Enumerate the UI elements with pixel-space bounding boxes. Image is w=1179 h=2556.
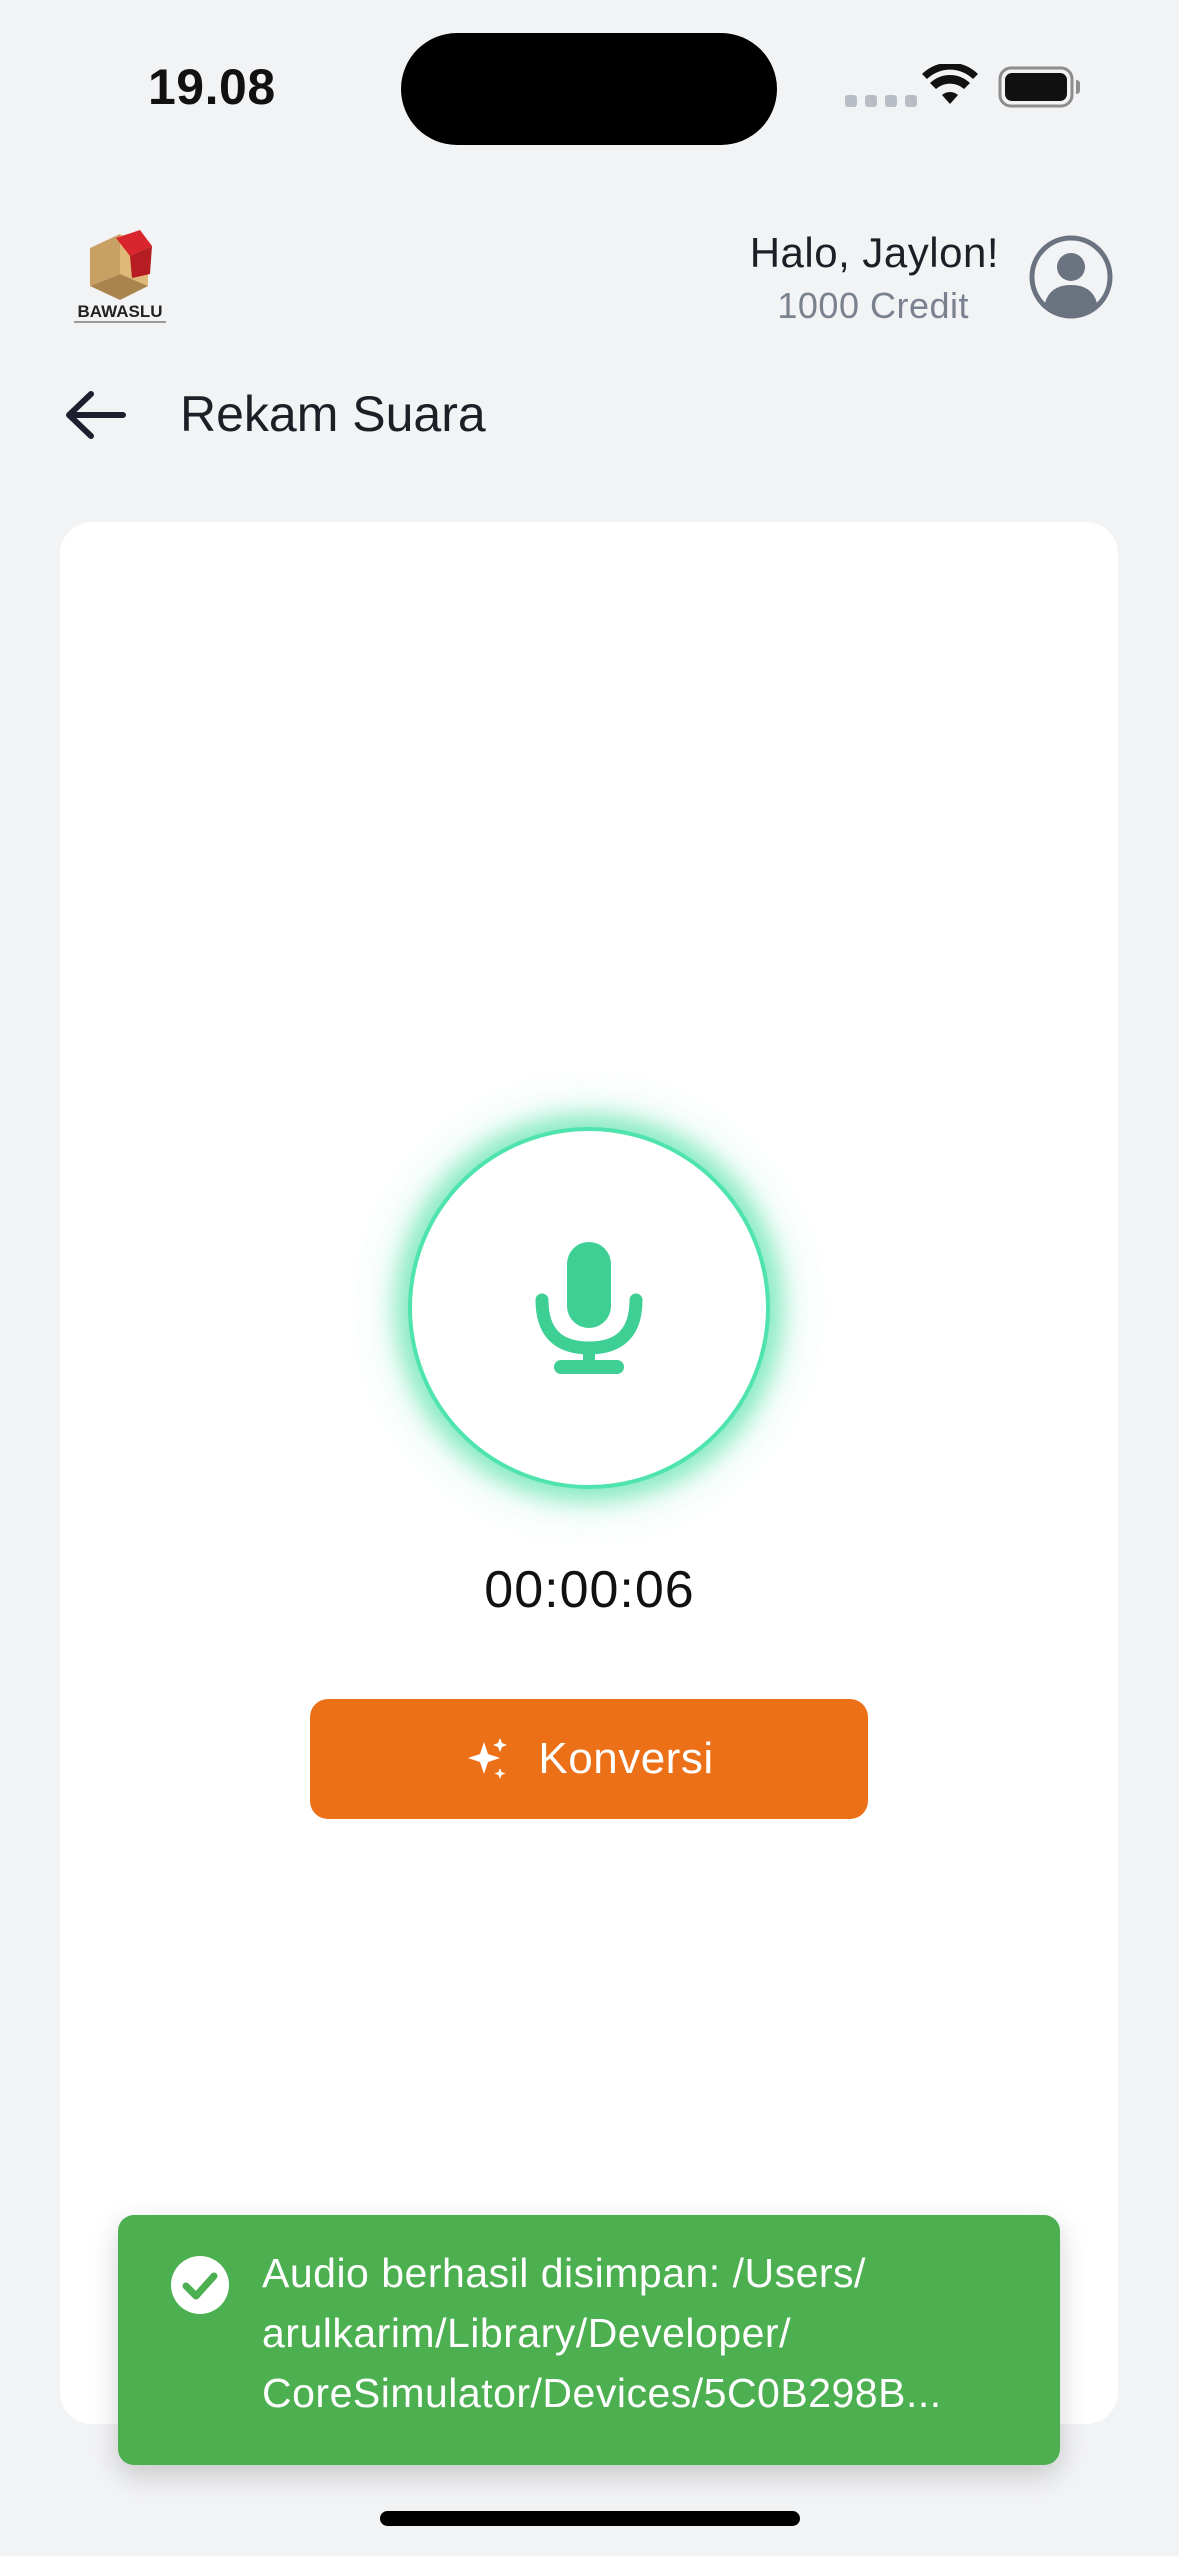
- check-circle-icon: [171, 2256, 229, 2314]
- sparkle-icon: [468, 1738, 508, 1779]
- toast-message: Audio berhasil disimpan: /Users/ arulkar…: [262, 2250, 942, 2416]
- credit-balance: 1000 Credit: [777, 285, 969, 326]
- arrow-left-icon: [66, 391, 126, 439]
- battery-icon: [998, 66, 1080, 108]
- home-indicator[interactable]: [380, 2511, 800, 2526]
- success-toast: Audio berhasil disimpan: /Users/ arulkar…: [118, 2215, 1060, 2465]
- recording-timer: 00:00:06: [484, 1561, 695, 1619]
- dynamic-island: [401, 33, 777, 145]
- convert-button[interactable]: Konversi: [310, 1699, 868, 1819]
- record-button[interactable]: [408, 1127, 770, 1489]
- wifi-icon: [922, 64, 978, 104]
- svg-text:BAWASLU: BAWASLU: [78, 302, 163, 321]
- status-time: 19.08: [148, 59, 276, 115]
- greeting-text: Halo, Jaylon!: [749, 229, 999, 276]
- convert-label: Konversi: [538, 1734, 714, 1783]
- bawaslu-logo: BAWASLU: [70, 226, 170, 326]
- microphone-icon: [535, 1242, 643, 1374]
- page-title: Rekam Suara: [180, 386, 486, 442]
- user-greeting: Halo, Jaylon! 1000 Credit: [750, 226, 999, 332]
- back-button[interactable]: [60, 380, 130, 450]
- user-circle-icon[interactable]: [1028, 234, 1114, 320]
- signal-dots-icon: [845, 95, 917, 107]
